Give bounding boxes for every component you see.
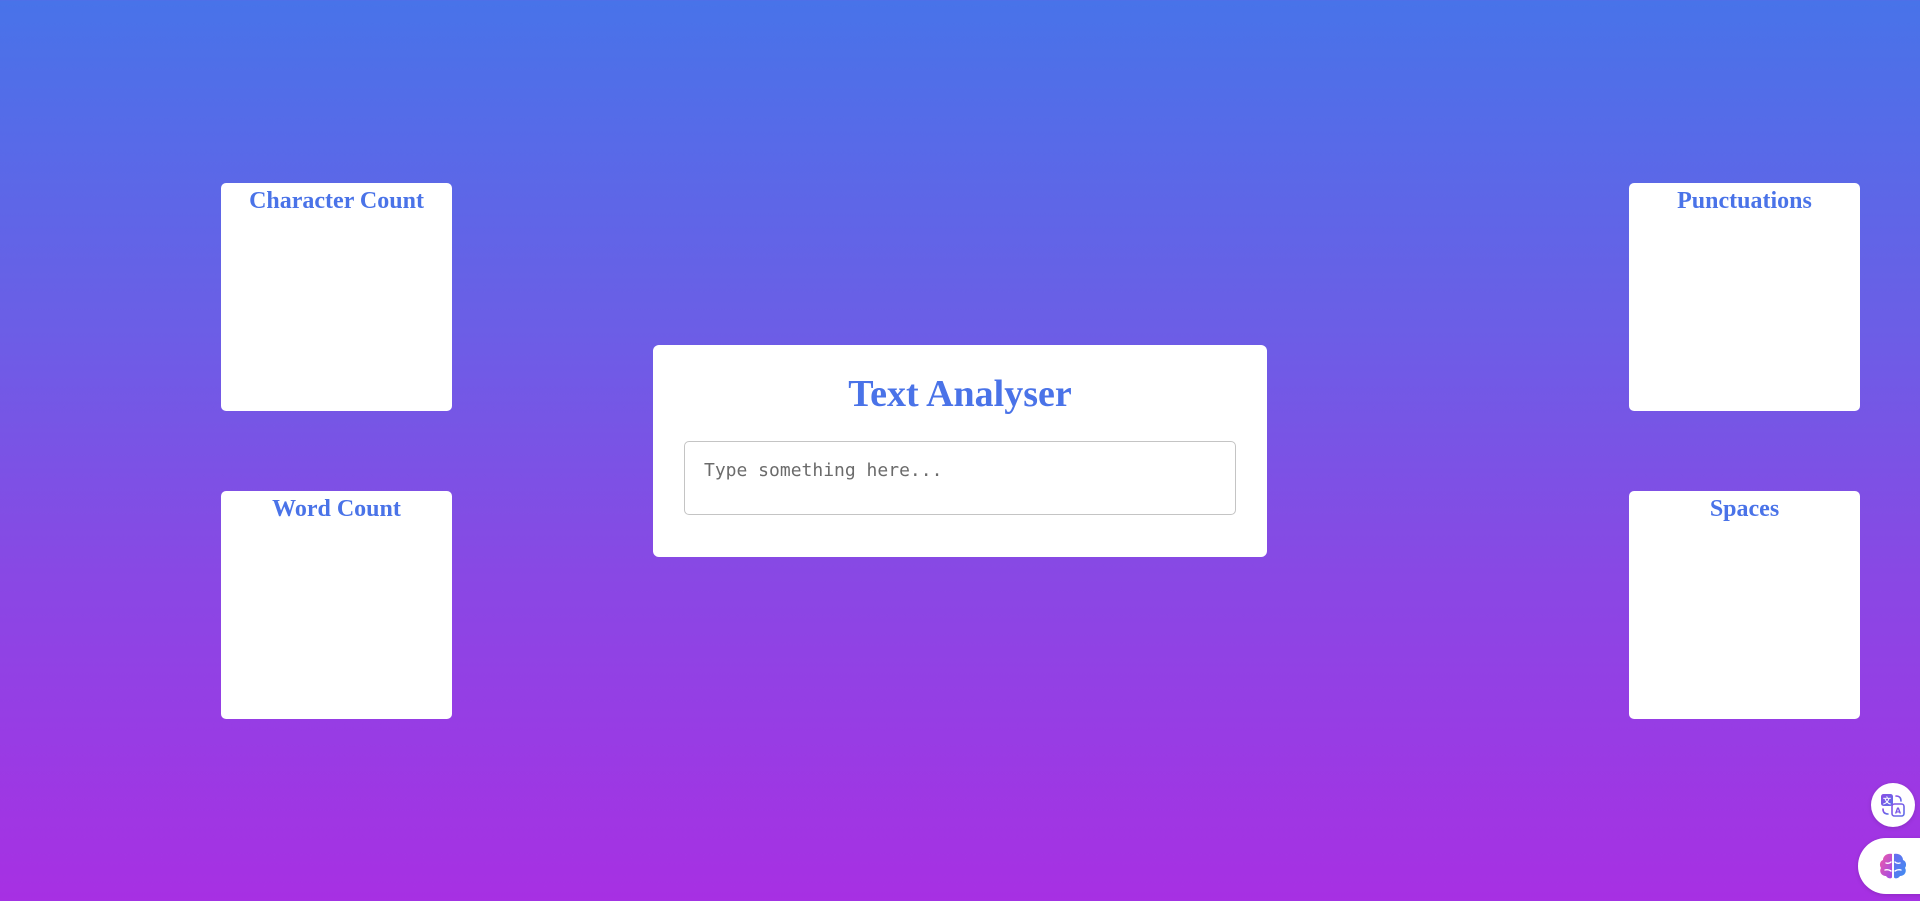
svg-text:A: A bbox=[1895, 807, 1902, 816]
character-count-card: Character Count bbox=[221, 183, 452, 411]
svg-text:文: 文 bbox=[1883, 796, 1892, 806]
text-input[interactable] bbox=[684, 441, 1236, 515]
text-analyser-panel: Text Analyser bbox=[653, 345, 1267, 557]
ai-assistant-button[interactable] bbox=[1858, 838, 1920, 894]
word-count-label: Word Count bbox=[272, 496, 401, 522]
spaces-label: Spaces bbox=[1709, 496, 1780, 522]
spaces-card: Spaces bbox=[1629, 491, 1860, 719]
word-count-card: Word Count bbox=[221, 491, 452, 719]
translate-icon: 文 A bbox=[1881, 794, 1905, 817]
punctuations-label: Punctuations bbox=[1677, 188, 1812, 214]
character-count-label: Character Count bbox=[249, 188, 424, 214]
page-title: Text Analyser bbox=[848, 373, 1072, 415]
translate-button[interactable]: 文 A bbox=[1871, 783, 1915, 827]
brain-icon bbox=[1879, 853, 1907, 879]
punctuations-card: Punctuations bbox=[1629, 183, 1860, 411]
